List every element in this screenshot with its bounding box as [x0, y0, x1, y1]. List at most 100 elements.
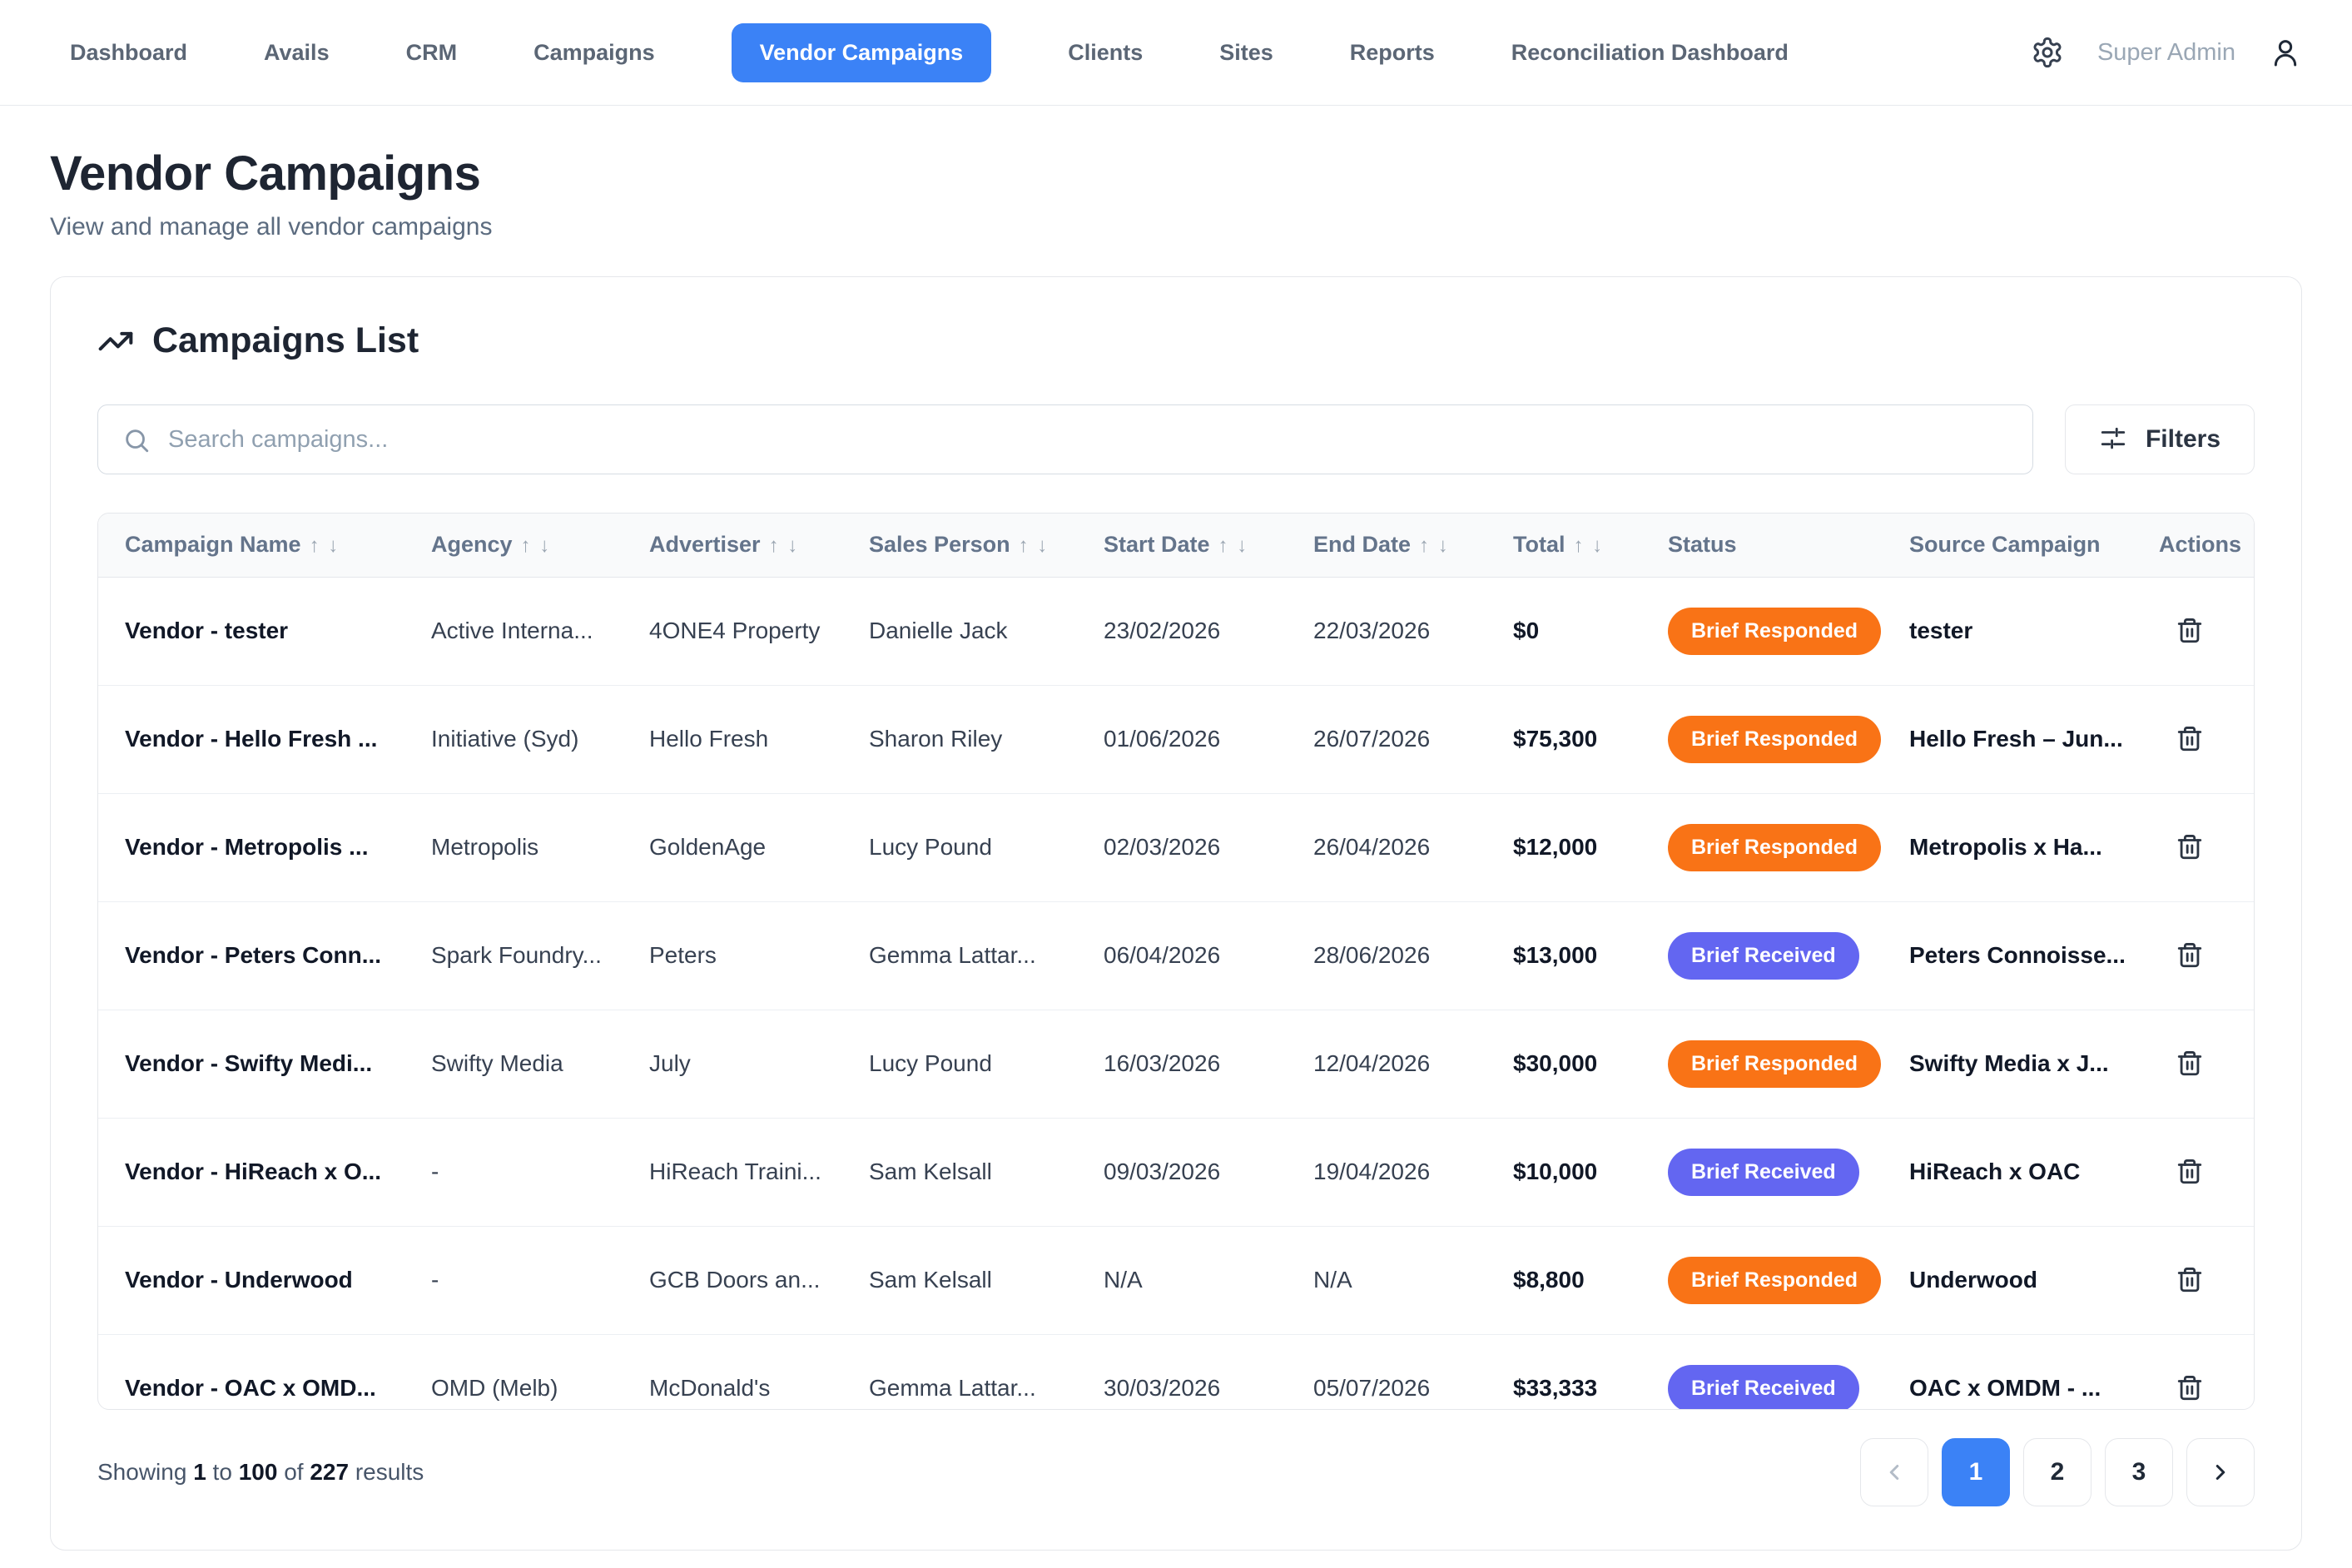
- filters-sliders-icon: [2099, 425, 2127, 454]
- cell-end-date: 12/04/2026: [1287, 1010, 1486, 1118]
- cell-status: Brief Responded: [1641, 1010, 1883, 1118]
- settings-gear-icon[interactable]: [2031, 36, 2064, 69]
- trash-icon: [2176, 1266, 2204, 1294]
- user-avatar-icon[interactable]: [2269, 36, 2302, 69]
- cell-agency: Initiative (Syd): [404, 685, 623, 793]
- cell-start-date: 02/03/2026: [1077, 793, 1287, 901]
- nav-item-clients[interactable]: Clients: [1068, 40, 1143, 66]
- delete-campaign-button[interactable]: [2171, 720, 2209, 758]
- nav-item-reconciliation-dashboard[interactable]: Reconciliation Dashboard: [1511, 40, 1789, 66]
- sort-icons[interactable]: ↑ ↓: [769, 534, 800, 557]
- nav-item-campaigns[interactable]: Campaigns: [533, 40, 655, 66]
- delete-campaign-button[interactable]: [2171, 1045, 2209, 1083]
- sort-icons[interactable]: ↑ ↓: [310, 534, 340, 557]
- cell-total: $10,000: [1486, 1118, 1641, 1226]
- cell-status: Brief Responded: [1641, 1226, 1883, 1334]
- filters-label: Filters: [2146, 425, 2221, 454]
- cell-status: Brief Received: [1641, 1334, 1883, 1410]
- cell-agency: Spark Foundry...: [404, 901, 623, 1010]
- delete-campaign-button[interactable]: [2171, 936, 2209, 975]
- next-page-button[interactable]: [2186, 1438, 2255, 1506]
- table-row[interactable]: Vendor - Metropolis ...MetropolisGoldenA…: [98, 793, 2255, 901]
- cell-source-campaign: tester: [1883, 577, 2132, 685]
- page-subtitle: View and manage all vendor campaigns: [50, 213, 2302, 241]
- nav-item-sites[interactable]: Sites: [1219, 40, 1273, 66]
- nav-item-avails[interactable]: Avails: [264, 40, 330, 66]
- table-controls: Filters: [97, 404, 2255, 474]
- col-header-agency[interactable]: Agency↑ ↓: [404, 514, 623, 577]
- sort-icons[interactable]: ↑ ↓: [1574, 534, 1605, 557]
- table-row[interactable]: Vendor - OAC x OMD...OMD (Melb)McDonald'…: [98, 1334, 2255, 1410]
- col-header-campaign-name[interactable]: Campaign Name↑ ↓: [98, 514, 404, 577]
- trash-icon: [2176, 833, 2204, 861]
- page-button-1[interactable]: 1: [1942, 1438, 2010, 1506]
- cell-sales-person: Gemma Lattar...: [842, 1334, 1077, 1410]
- cell-actions: [2132, 685, 2255, 793]
- trash-icon: [2176, 1049, 2204, 1078]
- cell-sales-person: Gemma Lattar...: [842, 901, 1077, 1010]
- prev-page-button[interactable]: [1860, 1438, 1928, 1506]
- cell-status: Brief Received: [1641, 901, 1883, 1010]
- status-badge: Brief Responded: [1668, 1040, 1881, 1088]
- status-badge: Brief Received: [1668, 1365, 1859, 1410]
- cell-total: $33,333: [1486, 1334, 1641, 1410]
- nav-item-dashboard[interactable]: Dashboard: [70, 40, 187, 66]
- top-navigation: Dashboard Avails CRM Campaigns Vendor Ca…: [0, 0, 2352, 106]
- cell-total: $30,000: [1486, 1010, 1641, 1118]
- results-from: 1: [193, 1459, 206, 1485]
- cell-start-date: 06/04/2026: [1077, 901, 1287, 1010]
- cell-advertiser: Hello Fresh: [623, 685, 842, 793]
- col-header-end-date[interactable]: End Date↑ ↓: [1287, 514, 1486, 577]
- delete-campaign-button[interactable]: [2171, 1153, 2209, 1191]
- col-header-start-date[interactable]: Start Date↑ ↓: [1077, 514, 1287, 577]
- cell-advertiser: GoldenAge: [623, 793, 842, 901]
- campaigns-table: Campaign Name↑ ↓ Agency↑ ↓ Advertiser↑ ↓…: [98, 514, 2255, 1410]
- card-title-row: Campaigns List: [97, 320, 2255, 361]
- table-row[interactable]: Vendor - HiReach x O...-HiReach Traini..…: [98, 1118, 2255, 1226]
- page-button-2[interactable]: 2: [2023, 1438, 2091, 1506]
- cell-status: Brief Responded: [1641, 793, 1883, 901]
- cell-end-date: 22/03/2026: [1287, 577, 1486, 685]
- table-header-row: Campaign Name↑ ↓ Agency↑ ↓ Advertiser↑ ↓…: [98, 514, 2255, 577]
- cell-source-campaign: Hello Fresh – Jun...: [1883, 685, 2132, 793]
- nav-item-reports[interactable]: Reports: [1350, 40, 1435, 66]
- table-row[interactable]: Vendor - Underwood-GCB Doors an...Sam Ke…: [98, 1226, 2255, 1334]
- table-row[interactable]: Vendor - Hello Fresh ...Initiative (Syd)…: [98, 685, 2255, 793]
- nav-items: Dashboard Avails CRM Campaigns Vendor Ca…: [70, 23, 1789, 82]
- sort-icons[interactable]: ↑ ↓: [1419, 534, 1450, 557]
- delete-campaign-button[interactable]: [2171, 1369, 2209, 1407]
- cell-source-campaign: OAC x OMDM - ...: [1883, 1334, 2132, 1410]
- table-row[interactable]: Vendor - Swifty Medi...Swifty MediaJulyL…: [98, 1010, 2255, 1118]
- page-button-3[interactable]: 3: [2105, 1438, 2173, 1506]
- cell-agency: Swifty Media: [404, 1010, 623, 1118]
- delete-campaign-button[interactable]: [2171, 612, 2209, 650]
- cell-actions: [2132, 1226, 2255, 1334]
- page-title: Vendor Campaigns: [50, 146, 2302, 201]
- search-input[interactable]: [97, 404, 2033, 474]
- table-row[interactable]: Vendor - Peters Conn...Spark Foundry...P…: [98, 901, 2255, 1010]
- status-badge: Brief Received: [1668, 932, 1859, 980]
- chevron-left-icon: [1882, 1460, 1907, 1485]
- cell-end-date: 05/07/2026: [1287, 1334, 1486, 1410]
- delete-campaign-button[interactable]: [2171, 828, 2209, 866]
- col-header-status: Status: [1641, 514, 1883, 577]
- cell-advertiser: Peters: [623, 901, 842, 1010]
- status-badge: Brief Responded: [1668, 716, 1881, 763]
- cell-source-campaign: Underwood: [1883, 1226, 2132, 1334]
- card-title: Campaigns List: [152, 320, 419, 361]
- nav-item-vendor-campaigns[interactable]: Vendor Campaigns: [732, 23, 992, 82]
- sort-icons[interactable]: ↑ ↓: [1019, 534, 1049, 557]
- table-row[interactable]: Vendor - testerActive Interna...4ONE4 Pr…: [98, 577, 2255, 685]
- cell-actions: [2132, 577, 2255, 685]
- col-header-sales-person[interactable]: Sales Person↑ ↓: [842, 514, 1077, 577]
- nav-item-crm[interactable]: CRM: [406, 40, 458, 66]
- sort-icons[interactable]: ↑ ↓: [1218, 534, 1249, 557]
- cell-campaign-name: Vendor - Swifty Medi...: [98, 1010, 404, 1118]
- delete-campaign-button[interactable]: [2171, 1261, 2209, 1299]
- col-header-total[interactable]: Total↑ ↓: [1486, 514, 1641, 577]
- cell-sales-person: Sam Kelsall: [842, 1226, 1077, 1334]
- filters-button[interactable]: Filters: [2065, 404, 2255, 474]
- col-header-advertiser[interactable]: Advertiser↑ ↓: [623, 514, 842, 577]
- cell-start-date: 01/06/2026: [1077, 685, 1287, 793]
- sort-icons[interactable]: ↑ ↓: [521, 534, 552, 557]
